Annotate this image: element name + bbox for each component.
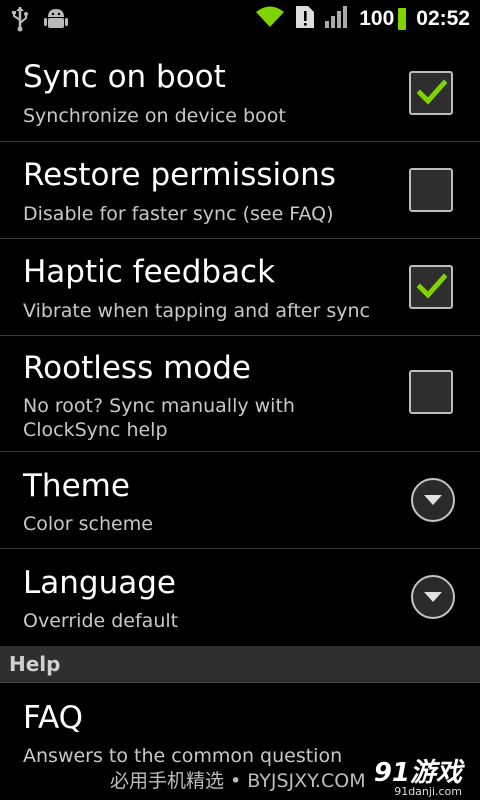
section-header-label: Help bbox=[9, 652, 61, 676]
usb-icon bbox=[10, 6, 30, 36]
checkmark-icon bbox=[417, 79, 447, 105]
setting-theme[interactable]: Theme Color scheme bbox=[0, 452, 480, 549]
watermark-text: 必用手机精选 • BYJSJXY.COM bbox=[110, 770, 366, 792]
wifi-icon bbox=[255, 5, 285, 33]
signal-icon bbox=[325, 6, 349, 32]
setting-title: Language bbox=[23, 565, 176, 601]
language-dropdown[interactable] bbox=[411, 575, 455, 619]
battery-icon bbox=[398, 8, 407, 30]
watermark-logo: 91游戏 91danji.com bbox=[374, 752, 462, 798]
restore-permissions-checkbox[interactable] bbox=[409, 168, 453, 212]
setting-title: Restore permissions bbox=[23, 157, 336, 193]
rootless-mode-checkbox[interactable] bbox=[409, 370, 453, 414]
setting-haptic-feedback[interactable]: Haptic feedback Vibrate when tapping and… bbox=[0, 239, 480, 336]
android-debug-icon bbox=[44, 6, 68, 36]
setting-subtitle: No root? Sync manually with ClockSync he… bbox=[23, 395, 295, 441]
alert-icon bbox=[295, 5, 315, 33]
theme-dropdown[interactable] bbox=[411, 478, 455, 522]
setting-title: Rootless mode bbox=[23, 350, 251, 386]
setting-title: Sync on boot bbox=[23, 59, 226, 95]
help-item-title: FAQ bbox=[23, 700, 84, 736]
status-time: 02:52 bbox=[416, 7, 470, 30]
setting-subtitle: Vibrate when tapping and after sync bbox=[23, 300, 370, 322]
setting-subtitle: Disable for faster sync (see FAQ) bbox=[23, 203, 334, 225]
battery-level: 100 bbox=[359, 7, 395, 30]
checkmark-icon bbox=[417, 273, 447, 299]
setting-language[interactable]: Language Override default bbox=[0, 549, 480, 646]
sync-on-boot-checkbox[interactable] bbox=[409, 71, 453, 115]
status-bar: 100 02:52 bbox=[0, 0, 480, 38]
section-header-help: Help bbox=[0, 646, 480, 683]
setting-subtitle: Color scheme bbox=[23, 513, 153, 535]
setting-subtitle: Synchronize on device boot bbox=[23, 105, 286, 127]
setting-restore-permissions[interactable]: Restore permissions Disable for faster s… bbox=[0, 142, 480, 239]
setting-rootless-mode[interactable]: Rootless mode No root? Sync manually wit… bbox=[0, 336, 480, 452]
haptic-feedback-checkbox[interactable] bbox=[409, 265, 453, 309]
setting-title: Haptic feedback bbox=[23, 254, 276, 290]
settings-list: Sync on boot Synchronize on device boot … bbox=[0, 42, 480, 646]
chevron-down-icon bbox=[424, 592, 442, 602]
chevron-down-icon bbox=[424, 495, 442, 505]
setting-sync-on-boot[interactable]: Sync on boot Synchronize on device boot bbox=[0, 42, 480, 142]
logo-text: 91游戏 bbox=[373, 758, 462, 788]
help-item-subtitle: Answers to the common questions bbox=[23, 745, 343, 767]
setting-subtitle: Override default bbox=[23, 610, 179, 632]
setting-title: Theme bbox=[23, 468, 130, 504]
